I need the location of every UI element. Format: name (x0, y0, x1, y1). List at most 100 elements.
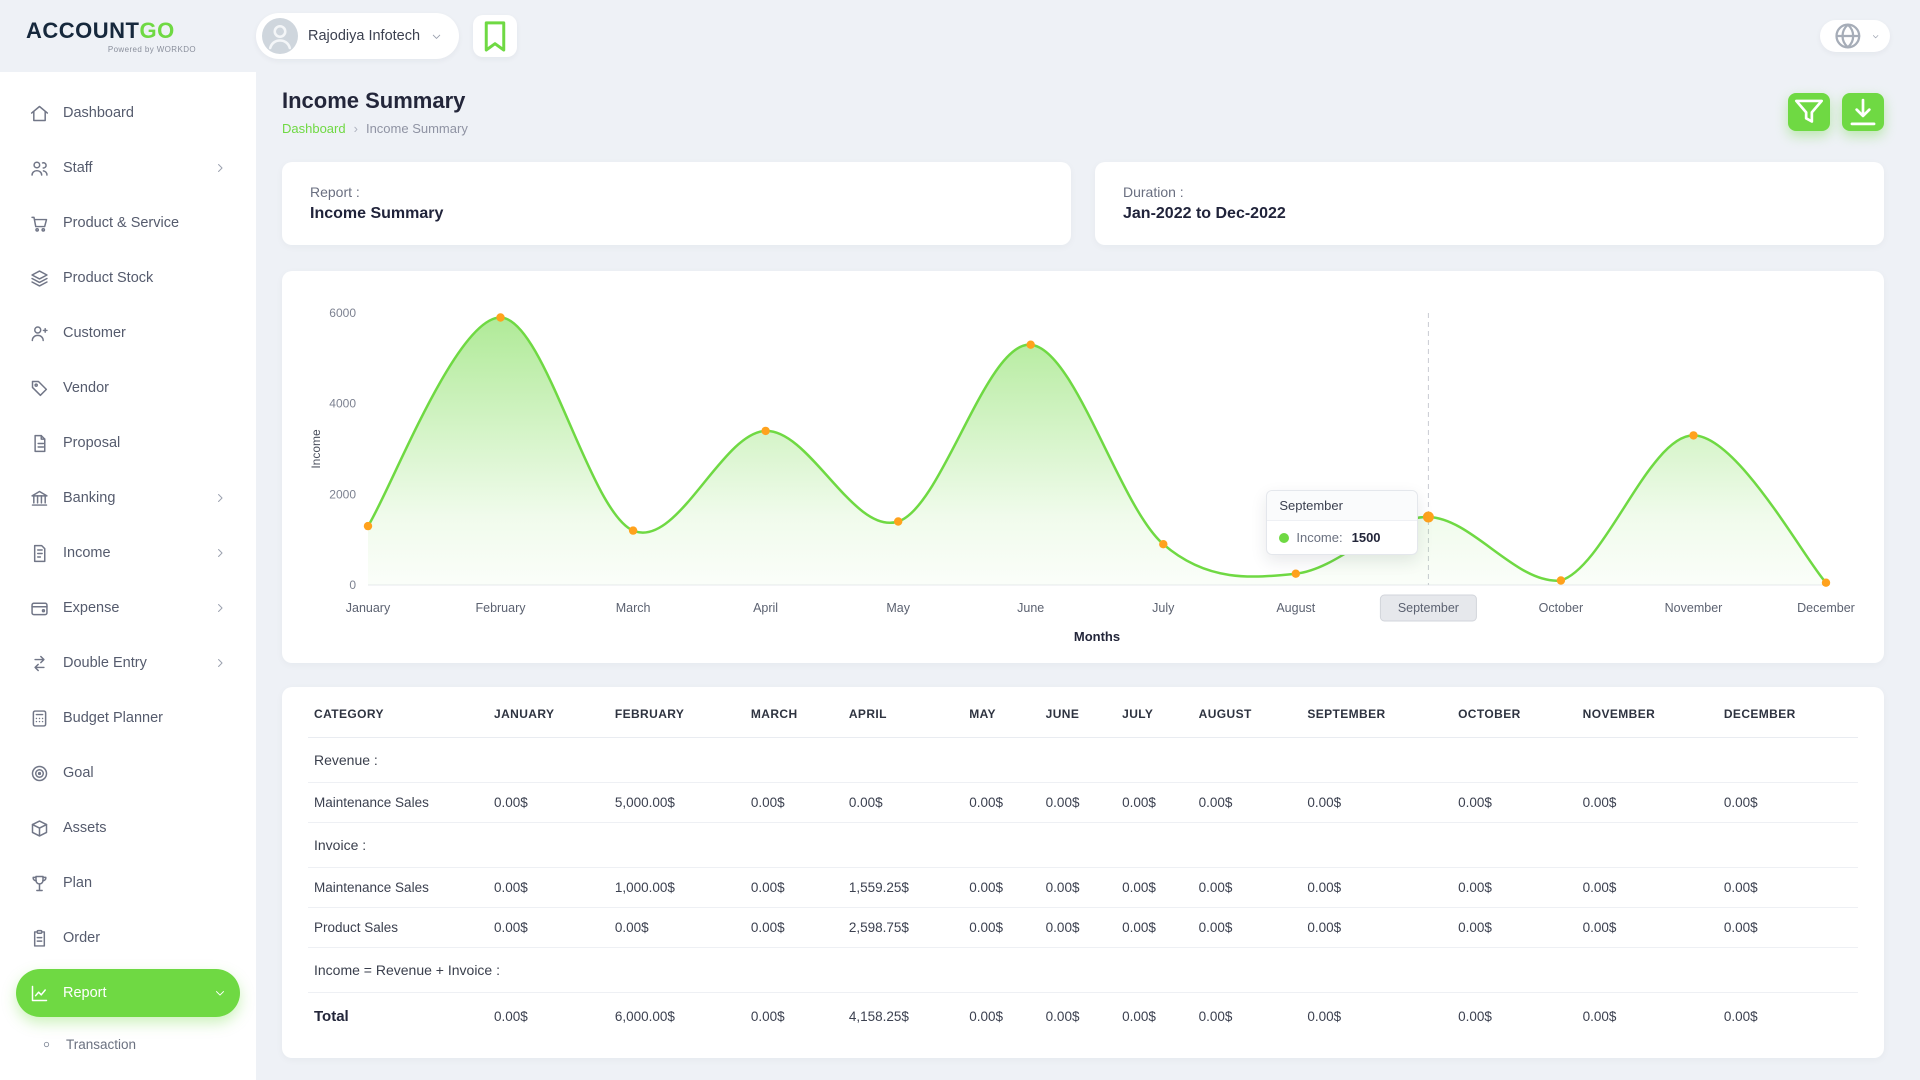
cell-value: 0.00$ (488, 868, 609, 908)
sidebar-item-report[interactable]: Report (16, 969, 240, 1017)
column-header: FEBRUARY (609, 691, 745, 738)
cell-value: 0.00$ (1577, 993, 1718, 1041)
cell-value: 0.00$ (1193, 868, 1302, 908)
cell-value: 0.00$ (1116, 868, 1192, 908)
svg-text:0: 0 (349, 578, 356, 592)
cell-value: 1,000.00$ (609, 868, 745, 908)
bookmark-button[interactable] (473, 15, 517, 57)
cell-value: 0.00$ (1718, 908, 1858, 948)
sidebar-item-product-service[interactable]: Product & Service (16, 199, 240, 247)
sidebar-item-dashboard[interactable]: Dashboard (16, 89, 240, 137)
sidebar-item-customer[interactable]: Customer (16, 309, 240, 357)
cell-value: 0.00$ (1040, 783, 1116, 823)
svg-text:Months: Months (1074, 629, 1120, 644)
tooltip-value: 1500 (1352, 530, 1381, 545)
svg-text:March: March (616, 601, 651, 615)
chevron-right-icon (213, 491, 227, 505)
sidebar-item-label: Vendor (63, 380, 109, 396)
download-button[interactable] (1842, 93, 1884, 131)
income-chart[interactable]: 0200040006000JanuaryFebruaryMarchAprilMa… (306, 287, 1860, 647)
sidebar-item-label: Goal (63, 765, 94, 781)
sidebar-item-label: Report (63, 985, 107, 1001)
section-label: Invoice : (308, 823, 1858, 868)
cell-value: 2,598.75$ (843, 908, 963, 948)
page-header: Income Summary Dashboard › Income Summar… (282, 88, 1884, 136)
svg-text:February: February (475, 601, 526, 615)
cart-icon (29, 213, 50, 234)
sidebar-item-assets[interactable]: Assets (16, 804, 240, 852)
cell-value: 0.00$ (1116, 908, 1192, 948)
target-icon (29, 763, 50, 784)
breadcrumb-dashboard-link[interactable]: Dashboard (282, 121, 346, 136)
file-icon (29, 433, 50, 454)
chart-tooltip: September Income: 1500 (1266, 490, 1418, 555)
column-header: AUGUST (1193, 691, 1302, 738)
sidebar-item-income[interactable]: Income (16, 529, 240, 577)
sidebar-item-budget-planner[interactable]: Budget Planner (16, 694, 240, 742)
table-row: Maintenance Sales0.00$1,000.00$0.00$1,55… (308, 868, 1858, 908)
cell-value: 0.00$ (1718, 993, 1858, 1041)
chevron-right-icon (213, 546, 227, 560)
cell-value: 0.00$ (488, 783, 609, 823)
info-cards: Report : Income Summary Duration : Jan-2… (282, 162, 1884, 245)
svg-text:December: December (1797, 601, 1855, 615)
svg-text:6000: 6000 (329, 306, 356, 320)
column-header: OCTOBER (1452, 691, 1577, 738)
box3d-icon (29, 818, 50, 839)
duration-card: Duration : Jan-2022 to Dec-2022 (1095, 162, 1884, 245)
user-plus-icon (29, 323, 50, 344)
logo-tagline: Powered by WORKDO (26, 45, 196, 54)
sidebar-item-plan[interactable]: Plan (16, 859, 240, 907)
chevron-right-icon (213, 601, 227, 615)
cell-value: 1,559.25$ (843, 868, 963, 908)
cell-value: 0.00$ (1452, 908, 1577, 948)
sidebar-item-label: Staff (63, 160, 93, 176)
sidebar-item-double-entry[interactable]: Double Entry (16, 639, 240, 687)
cell-value: 0.00$ (745, 993, 843, 1041)
sidebar-item-staff[interactable]: Staff (16, 144, 240, 192)
header-actions (1788, 93, 1884, 131)
svg-text:2000: 2000 (329, 487, 356, 501)
chevron-down-icon (430, 30, 443, 43)
cell-value: 5,000.00$ (609, 783, 745, 823)
users-icon (29, 158, 50, 179)
sidebar-item-order[interactable]: Order (16, 914, 240, 962)
sidebar-item-transaction[interactable]: Transaction (16, 1024, 240, 1064)
breadcrumb-separator: › (354, 121, 358, 136)
chevron-down-icon (1871, 30, 1880, 43)
tooltip-label: Income: (1296, 530, 1342, 545)
sidebar-item-label: Expense (63, 600, 119, 616)
column-header: NOVEMBER (1577, 691, 1718, 738)
sidebar-item-vendor[interactable]: Vendor (16, 364, 240, 412)
filter-button[interactable] (1788, 93, 1830, 131)
svg-text:November: November (1665, 601, 1723, 615)
sidebar-item-product-stock[interactable]: Product Stock (16, 254, 240, 302)
sidebar-item-label: Double Entry (63, 655, 147, 671)
column-header: JUNE (1040, 691, 1116, 738)
swap-icon (29, 653, 50, 674)
logo: ACCOUNTGO Powered by WORKDO (0, 18, 256, 54)
sidebar-item-banking[interactable]: Banking (16, 474, 240, 522)
layers-icon (29, 268, 50, 289)
sidebar-item-label: Transaction (66, 1037, 136, 1052)
cell-value: 0.00$ (1193, 783, 1302, 823)
section-row: Income = Revenue + Invoice : (308, 948, 1858, 993)
sidebar-item-label: Order (63, 930, 100, 946)
trophy-icon (29, 873, 50, 894)
download-icon (1842, 93, 1884, 131)
breadcrumb-current: Income Summary (366, 121, 468, 136)
clipboard-icon (29, 928, 50, 949)
sidebar-item-expense[interactable]: Expense (16, 584, 240, 632)
company-selector[interactable]: Rajodiya Infotech (256, 13, 459, 59)
cell-value: 0.00$ (1193, 908, 1302, 948)
income-chart-card: 0200040006000JanuaryFebruaryMarchAprilMa… (282, 271, 1884, 663)
column-header: JULY (1116, 691, 1192, 738)
tooltip-month: September (1267, 491, 1417, 521)
total-row: Total0.00$6,000.00$0.00$4,158.25$0.00$0.… (308, 993, 1858, 1041)
sidebar-item-proposal[interactable]: Proposal (16, 419, 240, 467)
language-selector[interactable] (1820, 20, 1890, 52)
calculator-icon (29, 708, 50, 729)
sidebar-item-goal[interactable]: Goal (16, 749, 240, 797)
file-invoice-icon (29, 543, 50, 564)
circle-dot-icon (40, 1038, 53, 1051)
